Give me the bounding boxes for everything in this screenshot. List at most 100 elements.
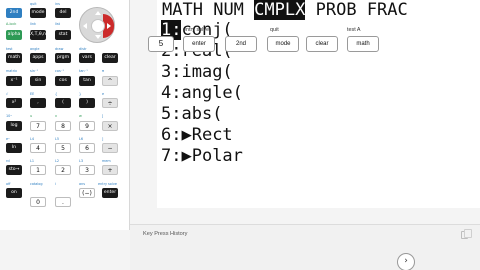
key-3[interactable]: 3 <box>79 165 95 175</box>
menu-tab-math[interactable]: MATH <box>162 0 203 20</box>
key-tan[interactable]: tan <box>79 76 95 86</box>
dpad-center <box>91 19 105 33</box>
key-secondary-label: entry solve <box>98 182 117 186</box>
menu-tab-frac[interactable]: FRAC <box>367 0 408 20</box>
history-key-secondary: test A <box>347 27 361 33</box>
key-0[interactable]: 0 <box>30 197 46 207</box>
arrow-dpad[interactable] <box>79 7 115 43</box>
key-2[interactable]: 2 <box>55 165 71 175</box>
key-plus[interactable]: + <box>102 165 118 175</box>
key-negative[interactable]: (−) <box>79 188 95 198</box>
key-power[interactable]: ^ <box>102 76 118 86</box>
key-9[interactable]: 9 <box>79 121 95 131</box>
key-xtn[interactable]: X,T,θ,n <box>30 30 46 40</box>
key-left-paren[interactable]: ( <box>55 98 71 108</box>
key-sin[interactable]: sin <box>30 76 46 86</box>
key-math[interactable]: math <box>6 53 22 63</box>
key-secondary-label: w <box>79 114 82 118</box>
key-secondary-label: mem <box>102 159 111 163</box>
menu-item-label: abs( <box>181 104 223 124</box>
key-alpha[interactable]: alpha <box>6 30 22 40</box>
menu-item-number: 7: <box>161 146 182 166</box>
key-multiply[interactable]: × <box>102 121 118 131</box>
key-secondary-label: list <box>55 22 60 26</box>
menu-item[interactable]: 7:▶Polar <box>161 146 243 167</box>
key-comma[interactable]: , <box>30 98 46 108</box>
key-secondary-label: L1 <box>30 159 35 163</box>
key-divide[interactable]: ÷ <box>102 98 118 108</box>
key-right-paren[interactable]: ) <box>79 98 95 108</box>
key-secondary-label: test <box>6 47 13 51</box>
key-secondary-label: L2 <box>55 159 60 163</box>
key-secondary-label: link <box>30 22 36 26</box>
key-secondary-label: rcl <box>6 159 11 163</box>
menu-item-number: 5: <box>161 104 182 124</box>
menu-item-number: 6: <box>161 125 182 145</box>
key-1[interactable]: 1 <box>30 165 46 175</box>
key-6[interactable]: 6 <box>79 143 95 153</box>
key-mode[interactable]: mode <box>30 8 46 18</box>
arrow-down-icon[interactable] <box>95 35 101 39</box>
key-secondary-label: } <box>79 92 82 96</box>
menu-tab-prob[interactable]: PROB <box>316 0 357 20</box>
key-secondary-label: catalog <box>30 182 43 186</box>
key-secondary-label: √ <box>6 92 9 96</box>
key-secondary-label: L4 <box>30 137 35 141</box>
menu-item[interactable]: 5:abs( <box>161 104 243 125</box>
key-store[interactable]: sto→ <box>6 165 22 175</box>
key-secondary-label: ans <box>79 182 85 186</box>
history-key-2nd: 2nd <box>225 36 257 52</box>
key-8[interactable]: 8 <box>55 121 71 131</box>
key-secondary-label: i <box>55 182 56 186</box>
menu-tab-cmplx[interactable]: CMPLX <box>254 0 306 20</box>
history-next-button[interactable]: › <box>397 253 415 270</box>
arrow-up-icon[interactable] <box>95 11 101 15</box>
menu-item[interactable]: 4:angle( <box>161 83 243 104</box>
menu-tab-separator <box>244 0 254 20</box>
key-4[interactable]: 4 <box>30 143 46 153</box>
key-minus[interactable]: − <box>102 143 118 153</box>
key-secondary-label: quit <box>30 2 37 6</box>
arrow-right-icon <box>107 23 111 29</box>
key-decimal[interactable]: . <box>55 197 71 207</box>
key-apps[interactable]: apps <box>30 53 46 63</box>
key-press-history-panel: Key Press History <box>130 224 480 270</box>
menu-item[interactable]: 6:▶Rect <box>161 125 243 146</box>
menu-tab-num[interactable]: NUM <box>213 0 244 20</box>
menu-tab-separator <box>305 0 315 20</box>
key-secondary-label: draw <box>55 47 64 51</box>
key-enter[interactable]: enter <box>102 188 118 198</box>
history-key-secondary: quit <box>270 27 279 33</box>
menu-item-label: imag( <box>181 62 233 82</box>
key-secondary-label: u <box>30 114 33 118</box>
key-vars[interactable]: vars <box>79 53 95 63</box>
key-prgm[interactable]: prgm <box>55 53 71 63</box>
key-secondary-label: v <box>55 114 58 118</box>
key-clear[interactable]: clear <box>102 53 118 63</box>
history-title: Key Press History <box>143 231 188 237</box>
key-secondary-label: sin⁻¹ <box>30 69 39 73</box>
key-secondary-label: e <box>102 92 105 96</box>
menu-item-number: 3: <box>161 62 182 82</box>
history-key-secondary: entry solve <box>183 27 210 33</box>
key-stat[interactable]: stat <box>55 30 71 40</box>
key-on[interactable]: on <box>6 188 22 198</box>
key-log[interactable]: log <box>6 121 22 131</box>
key-7[interactable]: 7 <box>30 121 46 131</box>
key-square[interactable]: x² <box>6 98 22 108</box>
key-secondary-label: L3 <box>79 159 84 163</box>
key-secondary-label: eˣ <box>6 137 10 141</box>
key-5[interactable]: 5 <box>55 143 71 153</box>
menu-item[interactable]: 3:imag( <box>161 62 243 83</box>
copy-icon[interactable] <box>461 229 472 239</box>
key-ln[interactable]: ln <box>6 143 22 153</box>
key-secondary-label: A-lock <box>6 22 17 26</box>
key-secondary-label: cos⁻¹ <box>55 69 64 73</box>
history-key-math: math <box>347 36 379 52</box>
key-del[interactable]: del <box>55 8 71 18</box>
key-secondary-label: angle <box>30 47 40 51</box>
arrow-left-icon[interactable] <box>83 23 87 29</box>
key-inverse[interactable]: x⁻¹ <box>6 76 22 86</box>
key-2nd[interactable]: 2nd <box>6 8 22 18</box>
key-cos[interactable]: cos <box>55 76 71 86</box>
